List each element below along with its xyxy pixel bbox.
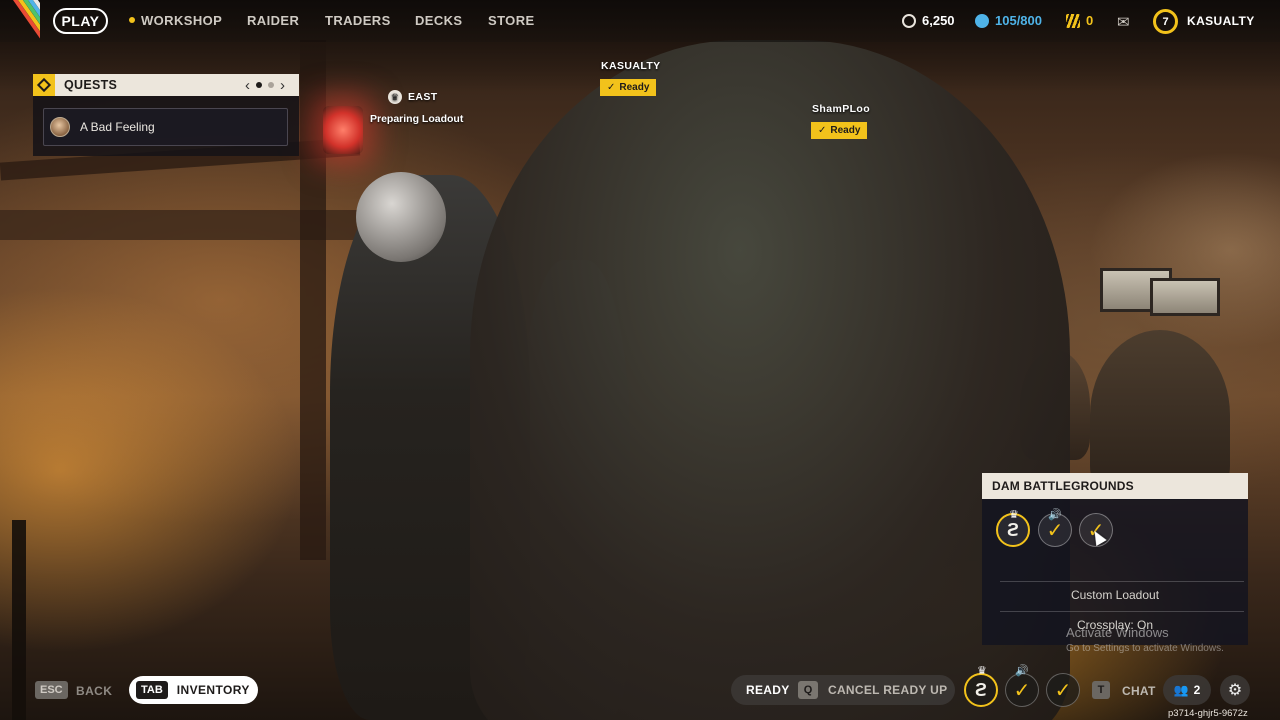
inventory-button[interactable]: TAB INVENTORY	[129, 676, 258, 704]
play-tab[interactable]: PLAY	[53, 8, 108, 34]
loadout-label: Custom Loadout	[1070, 588, 1160, 602]
nav-workshop-label: WORKSHOP	[141, 13, 223, 28]
ready-status-label: Ready	[830, 125, 861, 136]
crown-icon: ♛	[977, 665, 987, 677]
leader-marker-label: EAST	[408, 91, 438, 103]
divider	[1000, 581, 1244, 582]
tokens-balance[interactable]: 0	[1066, 13, 1093, 28]
ready-status-badge: ✓ Ready	[811, 122, 868, 139]
prev-quest-button[interactable]: ‹	[245, 77, 250, 94]
check-icon: ✓	[818, 125, 827, 136]
activate-windows-subtitle: Go to Settings to activate Windows.	[1066, 643, 1224, 654]
crown-icon: ♛	[388, 90, 402, 104]
settings-button[interactable]: ⚙	[1220, 675, 1250, 705]
leader-marker: ♛ EAST	[388, 90, 438, 104]
crown-icon: ♛	[1009, 509, 1019, 521]
quests-pager: ‹ ›	[245, 77, 285, 94]
leader-status: Preparing Loadout	[370, 113, 464, 125]
credits-value: 105/800	[995, 13, 1042, 28]
raider-emblem-icon: ϩ	[974, 679, 987, 700]
nav-store[interactable]: STORE	[488, 13, 535, 28]
squad-slot-member[interactable]: ✓	[1046, 673, 1080, 707]
next-quest-button[interactable]: ›	[280, 77, 285, 94]
background-monitor	[1150, 278, 1220, 316]
scaffold-pillar	[12, 520, 26, 720]
foreground-character	[470, 40, 1070, 720]
ready-status-label: Ready	[619, 82, 650, 93]
coins-icon	[902, 13, 916, 28]
activate-windows-title: Activate Windows	[1066, 625, 1169, 640]
inventory-label: INVENTORY	[176, 683, 250, 697]
map-name: DAM BATTLEGROUNDS	[982, 473, 1248, 499]
q-key-hint: Q	[798, 681, 818, 699]
friends-icon: 👥	[1173, 683, 1189, 697]
raider-emblem-icon: ϩ	[1006, 519, 1019, 540]
brand-stripes-icon	[0, 0, 40, 42]
player-helmet	[356, 172, 446, 262]
mail-button[interactable]: ✉	[1117, 13, 1130, 31]
player-username[interactable]: KASUALTY	[1187, 14, 1255, 28]
nav-decks[interactable]: DECKS	[415, 13, 463, 28]
page-dot	[268, 82, 274, 88]
t-key-hint: T	[1092, 681, 1110, 699]
ready-status-badge: ✓ Ready	[600, 79, 657, 96]
squad-slot-leader[interactable]: ϩ	[964, 673, 998, 707]
red-lamp	[323, 106, 363, 154]
speaker-icon: 🔊	[1015, 665, 1029, 677]
nav-raider[interactable]: RAIDER	[247, 13, 299, 28]
quest-card[interactable]: A Bad Feeling	[43, 108, 288, 146]
squad-member-name: KASUALTY	[601, 60, 661, 72]
credits-icon	[975, 13, 989, 28]
nav-traders[interactable]: TRADERS	[325, 13, 391, 28]
map-panel: DAM BATTLEGROUNDS ϩ ♛ ✓ 🔊 ✓ Custom Loado…	[982, 473, 1248, 645]
cancel-ready-button[interactable]: CANCEL READY UP	[828, 683, 947, 697]
ready-label: READY	[746, 683, 790, 697]
gear-icon: ⚙	[1227, 682, 1243, 699]
check-icon: ✓	[607, 82, 616, 93]
top-nav-bar: PLAY WORKSHOP RAIDER TRADERS DECKS STORE…	[0, 0, 1280, 42]
credits-balance[interactable]: 105/800	[975, 13, 1042, 28]
player-level-badge[interactable]: 7	[1153, 9, 1178, 34]
quests-header: QUESTS ‹ ›	[33, 74, 299, 96]
nav-workshop[interactable]: WORKSHOP	[129, 13, 222, 28]
ready-bar: READY Q CANCEL READY UP	[731, 675, 955, 705]
chat-button[interactable]: CHAT	[1122, 684, 1156, 698]
friends-count: 2	[1193, 683, 1201, 697]
quests-panel: QUESTS ‹ › A Bad Feeling	[33, 74, 299, 156]
mail-icon: ✉	[1117, 14, 1130, 31]
tokens-value: 0	[1086, 13, 1094, 28]
speaker-icon: 🔊	[1048, 509, 1062, 521]
quest-name: A Bad Feeling	[80, 120, 155, 134]
friends-button[interactable]: 👥 2	[1163, 675, 1211, 705]
coins-balance[interactable]: 6,250	[902, 13, 955, 28]
tab-key-hint: TAB	[136, 681, 168, 699]
page-dot-active	[256, 82, 262, 88]
coins-value: 6,250	[922, 13, 955, 28]
ready-check-icon: ✓	[1013, 679, 1031, 702]
quest-giver-avatar	[50, 117, 70, 137]
divider	[1000, 611, 1244, 612]
back-button[interactable]: BACK	[76, 684, 112, 698]
esc-key-hint: ESC	[35, 681, 68, 699]
quest-diamond-icon	[33, 74, 55, 96]
ready-check-icon: ✓	[1046, 519, 1064, 542]
squad-member-name: ShamPLoo	[812, 103, 871, 115]
notification-dot-icon	[129, 17, 135, 23]
session-code: p3714-ghjr5-9672z	[1168, 708, 1248, 719]
quests-title: QUESTS	[64, 78, 118, 92]
squad-slot-member[interactable]: ✓	[1005, 673, 1039, 707]
ready-check-icon: ✓	[1054, 679, 1072, 702]
tokens-icon	[1066, 13, 1080, 28]
